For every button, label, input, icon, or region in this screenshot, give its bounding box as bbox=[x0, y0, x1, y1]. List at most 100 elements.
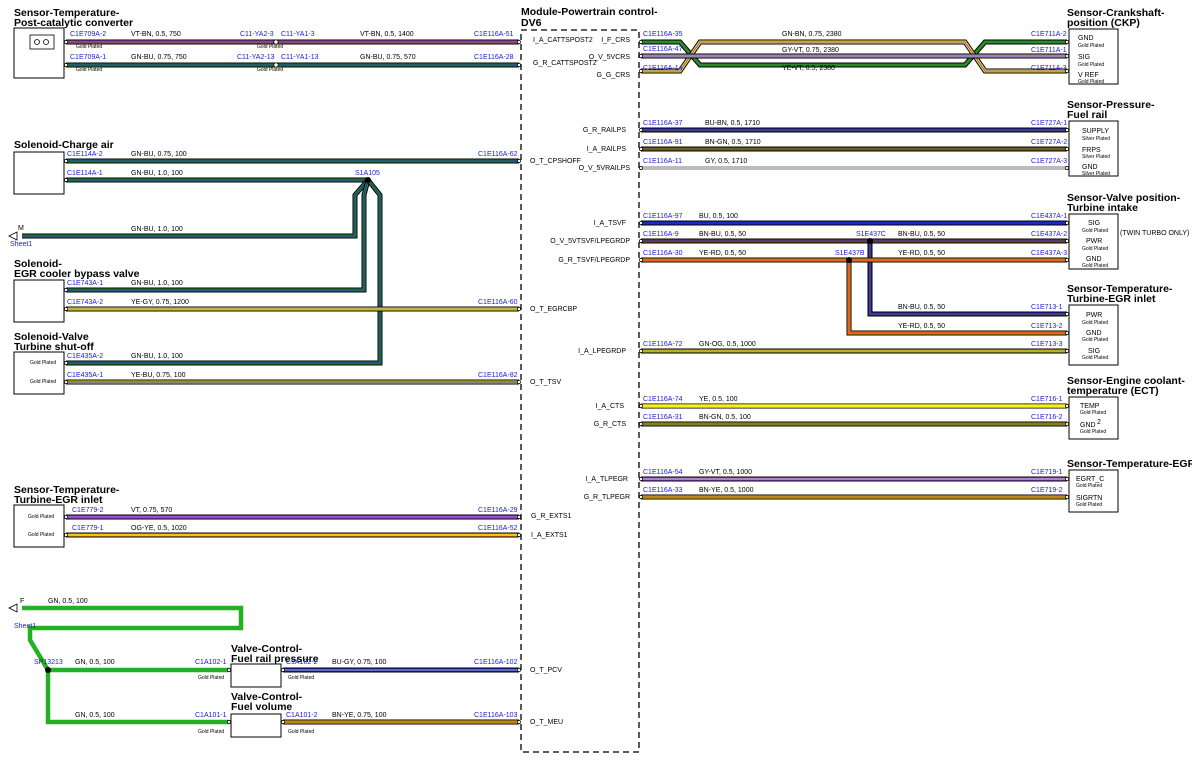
plating-label: Gold Plated bbox=[1082, 337, 1108, 343]
egr-bypass-box bbox=[13, 279, 65, 323]
pin-label: C1E435A-1 bbox=[67, 372, 103, 379]
plating-label: Gold Plated bbox=[1076, 483, 1102, 489]
pin-label: C1E116A-54 bbox=[643, 469, 683, 476]
valve-pos-title-2: Turbine intake bbox=[1067, 202, 1138, 214]
wire-spec: YE-RD, 0.5, 50 bbox=[699, 250, 746, 257]
wire-spec: GY, 0.5, 1710 bbox=[705, 158, 747, 165]
post-cat-title-2: Post-catalytic converter bbox=[14, 17, 133, 29]
pin-name: GND bbox=[1078, 35, 1094, 42]
pin-name: SIG bbox=[1088, 348, 1100, 355]
plating-label: Gold Plated bbox=[1082, 228, 1108, 234]
plating-label: Gold Plated bbox=[288, 675, 314, 681]
signal-label: I_A_RAILPS bbox=[587, 146, 627, 153]
pin-label: C1E116A-33 bbox=[643, 487, 683, 494]
pin-label: C1E713-3 bbox=[1031, 341, 1063, 348]
pin-label: C1E116A-103 bbox=[474, 712, 518, 719]
plating-label: Gold Plated bbox=[76, 44, 102, 50]
pin-label: C11-YA2-13 bbox=[237, 54, 275, 61]
ect-extra: 2 bbox=[1097, 419, 1101, 426]
wire-spec: BN-GN, 0.5, 100 bbox=[699, 414, 751, 421]
signal-label: O_V_5VRAILPS bbox=[579, 165, 631, 172]
signal-label: G_R_TLPEGR bbox=[584, 494, 630, 501]
pin-label: C1E116A-62 bbox=[478, 151, 518, 158]
wire-spec: GN-BU, 1.0, 100 bbox=[131, 280, 183, 287]
pin-name: EGRT_C bbox=[1076, 476, 1104, 483]
signal-label: O_T_PCV bbox=[530, 667, 562, 674]
wire-spec: GN-BU, 1.0, 100 bbox=[131, 170, 183, 177]
pin-name: SIG bbox=[1078, 54, 1090, 61]
wire-spec: GY-VT, 0.5, 1000 bbox=[699, 469, 752, 476]
splice-node-icon bbox=[365, 177, 371, 183]
pin-label: C1E437A-1 bbox=[1031, 213, 1067, 220]
plating-label: Gold Plated bbox=[1078, 43, 1104, 49]
module-powertrain-frame bbox=[520, 29, 640, 753]
turbine-shutoff-box bbox=[13, 351, 65, 395]
pin-label: C1E116A-28 bbox=[474, 54, 514, 61]
wire-spec: GN, 0.5, 100 bbox=[48, 598, 88, 605]
wire-spec: GN-OG, 0.5, 1000 bbox=[699, 341, 756, 348]
pin-name: GND bbox=[1086, 330, 1102, 337]
module-title-2: DV6 bbox=[521, 17, 542, 29]
wire-spec: GN, 0.5, 100 bbox=[75, 712, 115, 719]
pin-label: C1E116A-60 bbox=[478, 299, 518, 306]
plating-label: Gold Plated bbox=[1082, 320, 1108, 326]
pin-label: C1E437A-2 bbox=[1031, 231, 1067, 238]
sheet-label: Sheet1 bbox=[10, 241, 32, 248]
wire-spec: YE-BU, 0.75, 100 bbox=[131, 372, 186, 379]
pin-label: C1E779-1 bbox=[72, 525, 104, 532]
ckp-title-2: position (CKP) bbox=[1067, 17, 1140, 29]
wire-spec: BN-BU, 0.5, 50 bbox=[898, 304, 945, 311]
pin-label: C11-YA1-3 bbox=[281, 31, 315, 38]
plating-label: Gold Plated bbox=[288, 729, 314, 735]
pin-name: SIG bbox=[1088, 220, 1100, 227]
wire-spec: VT-BN, 0.5, 750 bbox=[131, 31, 181, 38]
signal-label: G_R_TSVF/LPEGRDP bbox=[558, 257, 630, 264]
wire-spec: BN-BU, 0.5, 50 bbox=[699, 231, 746, 238]
plating-label: Gold Plated bbox=[1078, 62, 1104, 68]
signal-label: G_R_EXTS1 bbox=[531, 513, 572, 520]
pin-label: C1E437A-3 bbox=[1031, 250, 1067, 257]
pin-name: FRPS bbox=[1082, 147, 1101, 154]
pin-name: V REF bbox=[1078, 72, 1099, 79]
wire-spec: BN-YE, 0.75, 100 bbox=[332, 712, 387, 719]
signal-label: I_A_CTS bbox=[596, 403, 625, 410]
wire-spec: GN-BU, 0.75, 570 bbox=[360, 54, 416, 61]
signal-label: I_A_LPEGRDP bbox=[578, 348, 626, 355]
signal-label: G_R_CATTSPOST2 bbox=[533, 60, 597, 67]
offsheet-label-m: M bbox=[18, 225, 24, 232]
pin-label: C1E116A-37 bbox=[643, 120, 683, 127]
pin-label: C1E711A-2 bbox=[1031, 31, 1067, 38]
pin-label: C1E116A-30 bbox=[643, 250, 683, 257]
signal-label: O_T_MEU bbox=[530, 719, 563, 726]
egr-bypass-title-2: EGR cooler bypass valve bbox=[14, 268, 140, 280]
plating-label: Gold Plated bbox=[1080, 429, 1106, 435]
signal-label: I_A_CATTSPOST2 bbox=[533, 37, 593, 44]
pin-name: GND bbox=[1080, 422, 1096, 429]
pin-label: C1E727A-3 bbox=[1031, 158, 1067, 165]
wire-spec: YE-VT, 0.5, 2380 bbox=[782, 65, 835, 72]
turbine-shutoff-title-2: Turbine shut-off bbox=[14, 341, 94, 353]
pin-label: C1E116A-29 bbox=[478, 507, 518, 514]
pin-name: GND bbox=[1082, 164, 1098, 171]
turbine-egr-left-title-2: Turbine-EGR inlet bbox=[14, 494, 103, 506]
charge-air-title: Solenoid-Charge air bbox=[14, 139, 114, 151]
plating-label: Silver Plated bbox=[1082, 136, 1110, 142]
offsheet-label-f: F bbox=[20, 598, 24, 605]
signal-label: O_T_CPSHOFF bbox=[530, 158, 581, 165]
wire-spec: GN-BU, 0.75, 750 bbox=[131, 54, 187, 61]
pin-label: C1E743A-2 bbox=[67, 299, 103, 306]
pin-label: C1E711A-3 bbox=[1031, 65, 1067, 72]
splice-node-icon bbox=[45, 667, 51, 673]
pin-label: C1E116A-31 bbox=[643, 414, 683, 421]
pin-label: C1E727A-2 bbox=[1031, 139, 1067, 146]
ect-title-2: temperature (ECT) bbox=[1067, 385, 1159, 397]
frp-valve-box bbox=[230, 663, 282, 688]
pin-name: SUPPLY bbox=[1082, 128, 1109, 135]
fv-valve-title-2: Fuel volume bbox=[231, 701, 292, 713]
plating-label: Gold Plated bbox=[1076, 502, 1102, 508]
plating-label: Gold Plated bbox=[76, 67, 102, 73]
pin-label: C1E719-1 bbox=[1031, 469, 1063, 476]
signal-label: I_A_TLPEGR bbox=[586, 476, 628, 483]
wire-spec: YE, 0.5, 100 bbox=[699, 396, 738, 403]
pin-label: C1E114A-2 bbox=[67, 151, 103, 158]
